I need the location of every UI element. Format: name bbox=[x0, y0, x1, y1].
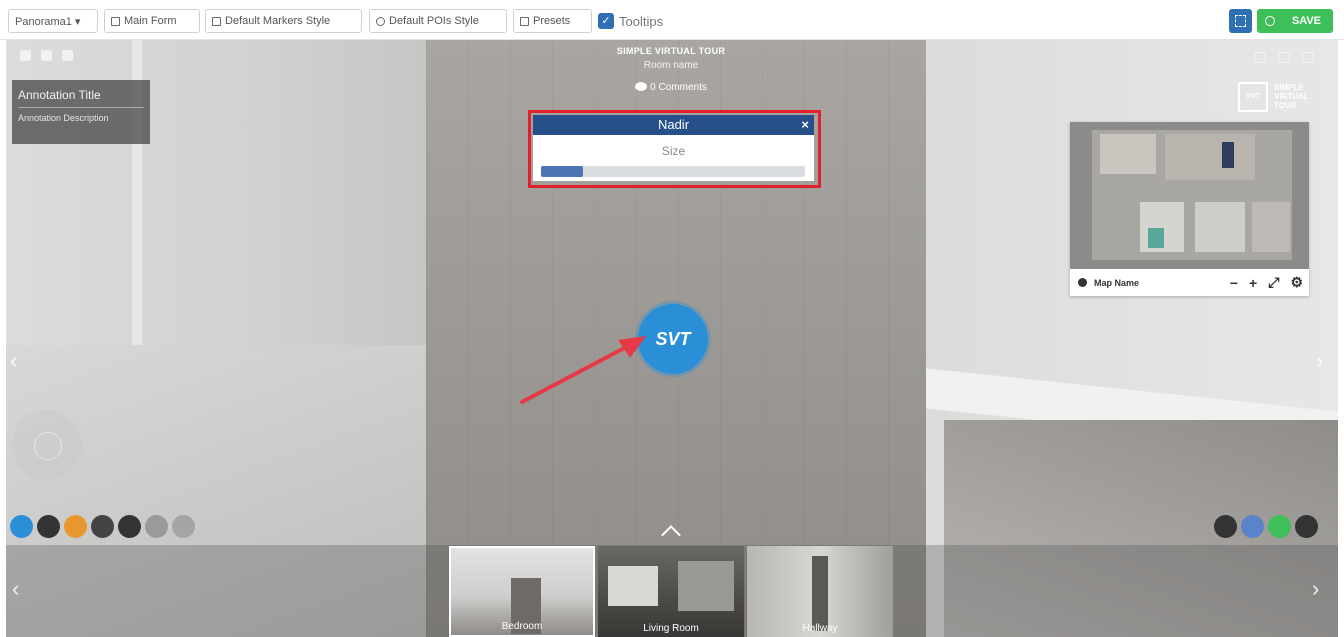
thumbnail-label: Living Room bbox=[643, 623, 699, 634]
split-view-icon[interactable] bbox=[1278, 52, 1290, 63]
comment-icon bbox=[635, 82, 648, 91]
map-toggle-icon[interactable] bbox=[1254, 52, 1266, 63]
chat-button[interactable] bbox=[91, 515, 114, 538]
default-pois-style-label: Default POIs Style bbox=[389, 15, 479, 27]
thumbnail-label: Bedroom bbox=[501, 621, 543, 632]
save-label: SAVE bbox=[1291, 15, 1321, 27]
map-toolbar: Map Name − + ⤢ ⚙ bbox=[1070, 269, 1309, 296]
form-icon bbox=[111, 16, 120, 26]
comments-link[interactable]: 0 Comments bbox=[571, 82, 771, 93]
room-name: Room name bbox=[643, 60, 699, 71]
tour-logo: SVT SIMPLE VIRTUAL TOUR bbox=[1238, 80, 1334, 114]
annotation-title: Annotation Title bbox=[18, 88, 144, 108]
fullscreen-button[interactable] bbox=[1229, 9, 1252, 33]
info-button[interactable] bbox=[10, 515, 33, 538]
top-left-controls bbox=[20, 50, 73, 61]
poi-icon bbox=[376, 16, 385, 26]
nadir-title: Nadir bbox=[657, 117, 690, 132]
thumbnail-hallway[interactable]: Hallway bbox=[747, 546, 893, 637]
list-icon[interactable] bbox=[20, 50, 31, 61]
save-button[interactable]: SAVE bbox=[1257, 9, 1333, 33]
layers-icon[interactable] bbox=[41, 50, 52, 61]
marker-icon bbox=[212, 16, 221, 26]
right-action-buttons bbox=[1214, 515, 1318, 538]
map-expand-button[interactable]: ⤢ bbox=[1268, 274, 1279, 291]
zoom-out-button[interactable]: − bbox=[1230, 275, 1238, 291]
thumbnails-prev-icon[interactable]: ‹ bbox=[12, 576, 19, 602]
map-name: Map Name bbox=[1094, 277, 1140, 288]
navigation-joystick[interactable] bbox=[12, 410, 82, 480]
thumbnails-next-icon[interactable]: › bbox=[1312, 576, 1319, 602]
vr-button[interactable] bbox=[1241, 515, 1264, 538]
expand-icon[interactable] bbox=[1302, 52, 1314, 63]
main-form-button[interactable]: Main Form bbox=[104, 9, 200, 33]
location-button[interactable] bbox=[118, 515, 141, 538]
floor-plan-image[interactable] bbox=[1070, 122, 1309, 269]
audio-button[interactable] bbox=[1214, 515, 1237, 538]
panorama-select[interactable]: Panorama1 ▾ bbox=[8, 9, 98, 33]
default-pois-style-button[interactable]: Default POIs Style bbox=[369, 9, 507, 33]
logo-text: SIMPLE VIRTUAL TOUR bbox=[1274, 83, 1309, 110]
annotation-box: Annotation Title Annotation Description bbox=[12, 80, 150, 144]
next-arrow-icon[interactable]: › bbox=[1316, 348, 1323, 374]
checkbox-checked-icon[interactable]: ✓ bbox=[598, 13, 614, 29]
tooltips-label: Tooltips bbox=[619, 13, 664, 29]
nadir-header: Nadir × bbox=[533, 115, 814, 135]
comments-label: 0 Comments bbox=[650, 82, 707, 93]
top-toolbar: Panorama1 ▾ Main Form Default Markers St… bbox=[0, 0, 1344, 40]
presets-icon bbox=[520, 16, 529, 26]
default-markers-style-label: Default Markers Style bbox=[225, 15, 331, 27]
save-icon bbox=[1265, 16, 1275, 26]
presets-button[interactable]: Presets bbox=[513, 9, 592, 33]
annotation-description: Annotation Description bbox=[18, 113, 109, 123]
tour-title: SIMPLE VIRTUAL TOUR bbox=[616, 46, 726, 56]
floor-map[interactable]: Map Name − + ⤢ ⚙ bbox=[1070, 122, 1309, 296]
grey-button-2[interactable] bbox=[172, 515, 195, 538]
panorama-select-label: Panorama1 ▾ bbox=[15, 15, 81, 28]
default-markers-style-button[interactable]: Default Markers Style bbox=[205, 9, 362, 33]
map-pin-icon bbox=[1078, 278, 1087, 287]
map-settings-button[interactable]: ⚙ bbox=[1290, 274, 1303, 291]
logo-mark: SVT bbox=[1238, 82, 1268, 112]
thumbnail-bedroom[interactable]: Bedroom bbox=[449, 546, 595, 637]
volume-icon[interactable] bbox=[62, 50, 73, 61]
prev-arrow-icon[interactable]: ‹ bbox=[10, 348, 17, 374]
left-action-buttons bbox=[10, 515, 195, 538]
grey-button-1[interactable] bbox=[145, 515, 168, 538]
whatsapp-button[interactable] bbox=[1268, 515, 1291, 538]
nadir-panel: Nadir × Size bbox=[533, 115, 814, 181]
info-dark-button[interactable] bbox=[37, 515, 60, 538]
nadir-size-slider[interactable] bbox=[541, 166, 805, 177]
top-right-controls bbox=[1254, 52, 1314, 63]
nadir-size-fill[interactable] bbox=[541, 166, 584, 177]
nadir-size-label: Size bbox=[661, 144, 686, 158]
tooltips-toggle[interactable]: ✓ Tooltips bbox=[598, 9, 663, 33]
close-icon[interactable]: × bbox=[801, 115, 809, 135]
panorama-viewer[interactable]: Annotation Title Annotation Description … bbox=[6, 40, 1338, 637]
heart-button[interactable] bbox=[64, 515, 87, 538]
zoom-in-button[interactable]: + bbox=[1249, 275, 1257, 291]
annotation-arrow-icon bbox=[520, 336, 646, 404]
thumbnail-label: Hallway bbox=[802, 623, 838, 634]
presets-label: Presets bbox=[533, 15, 571, 27]
main-form-label: Main Form bbox=[124, 15, 177, 27]
thumbnail-living-room[interactable]: Living Room bbox=[598, 546, 744, 637]
mic-button[interactable] bbox=[1295, 515, 1318, 538]
